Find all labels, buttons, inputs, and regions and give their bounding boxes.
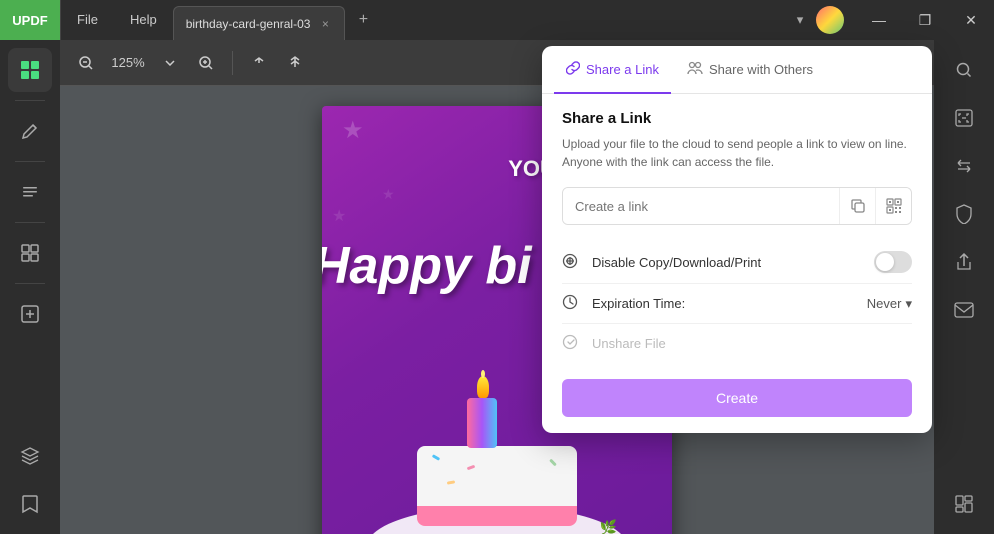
zoom-input[interactable]: 125% xyxy=(108,55,148,70)
titlebar: UPDF File Help birthday-card-genral-03 ×… xyxy=(0,0,994,40)
sidebar-divider-1 xyxy=(15,100,45,101)
share-tabs: Share a Link Share with Others xyxy=(542,46,932,94)
create-button[interactable]: Create xyxy=(562,379,912,417)
zoom-out-button[interactable] xyxy=(72,49,100,77)
sidebar-item-highlight[interactable] xyxy=(8,109,52,153)
share-tab-link[interactable]: Share a Link xyxy=(554,46,671,94)
unshare-icon xyxy=(562,334,582,353)
window-controls: — ❐ ✕ xyxy=(856,0,994,40)
restore-button[interactable]: ❐ xyxy=(902,0,948,40)
qr-code-button[interactable] xyxy=(875,188,911,224)
tabs-overflow-button[interactable]: ▾ xyxy=(786,6,814,34)
first-page-button[interactable] xyxy=(281,49,309,77)
right-panel xyxy=(934,40,994,534)
tab-title: birthday-card-genral-03 xyxy=(186,17,311,31)
sidebar-divider-3 xyxy=(15,222,45,223)
disable-copy-label: Disable Copy/Download/Print xyxy=(592,255,874,270)
toolbar-separator-1 xyxy=(232,51,233,75)
link-input-field[interactable] xyxy=(563,188,839,224)
sidebar-item-bookmark[interactable] xyxy=(8,482,52,526)
share-description: Upload your file to the cloud to send pe… xyxy=(562,135,912,171)
zoom-display: 125% xyxy=(108,55,148,70)
sidebar-item-stamp[interactable] xyxy=(8,292,52,336)
titlebar-right-controls: ▾ xyxy=(786,6,848,34)
right-convert-button[interactable] xyxy=(942,144,986,188)
tab-close-button[interactable]: × xyxy=(318,17,332,31)
expiry-icon xyxy=(562,294,582,313)
sidebar-item-thumbnails[interactable] xyxy=(8,48,52,92)
share-tab-link-label: Share a Link xyxy=(586,62,659,77)
disable-copy-row: Disable Copy/Download/Print xyxy=(562,241,912,284)
expiry-value-selector[interactable]: Never ▾ xyxy=(867,296,912,312)
menu-file[interactable]: File xyxy=(61,0,114,40)
sidebar-item-layers[interactable] xyxy=(8,434,52,478)
prev-page-button[interactable] xyxy=(245,49,273,77)
link-input-row xyxy=(562,187,912,225)
share-popup: Share a Link Share with Others Share a L… xyxy=(542,46,932,433)
others-tab-icon xyxy=(687,61,703,78)
close-button[interactable]: ✕ xyxy=(948,0,994,40)
tab-bar: birthday-card-genral-03 × + xyxy=(173,0,786,40)
toggle-knob xyxy=(876,253,894,271)
copy-link-button[interactable] xyxy=(839,188,875,224)
link-tab-icon xyxy=(566,61,580,78)
right-email-button[interactable] xyxy=(942,288,986,332)
sidebar-divider-2 xyxy=(15,161,45,162)
unshare-row: Unshare File xyxy=(562,324,912,363)
sidebar-divider-4 xyxy=(15,283,45,284)
right-organize-button[interactable] xyxy=(942,482,986,526)
right-search-button[interactable] xyxy=(942,48,986,92)
disable-copy-icon xyxy=(562,253,582,272)
document-tab[interactable]: birthday-card-genral-03 × xyxy=(173,6,346,40)
expiry-row: Expiration Time: Never ▾ xyxy=(562,284,912,324)
expiry-label: Expiration Time: xyxy=(592,296,867,311)
right-protect-button[interactable] xyxy=(942,192,986,236)
expiry-value-text: Never xyxy=(867,296,902,311)
app-logo: UPDF xyxy=(0,0,60,40)
right-share-button[interactable] xyxy=(942,240,986,284)
new-tab-button[interactable]: + xyxy=(349,6,377,34)
share-tab-others-label: Share with Others xyxy=(709,62,813,77)
sidebar-item-edit[interactable] xyxy=(8,231,52,275)
zoom-in-button[interactable] xyxy=(192,49,220,77)
expiry-chevron-icon: ▾ xyxy=(905,296,912,312)
left-sidebar xyxy=(0,40,60,534)
right-ocr-button[interactable] xyxy=(942,96,986,140)
menu-help[interactable]: Help xyxy=(114,0,173,40)
share-body: Share a Link Upload your file to the clo… xyxy=(542,94,932,433)
unshare-label: Unshare File xyxy=(592,336,912,351)
minimize-button[interactable]: — xyxy=(856,0,902,40)
share-tab-others[interactable]: Share with Others xyxy=(675,46,825,94)
share-title: Share a Link xyxy=(562,110,912,127)
avatar-button[interactable] xyxy=(816,6,844,34)
sidebar-item-outline[interactable] xyxy=(8,170,52,214)
zoom-dropdown-button[interactable] xyxy=(156,49,184,77)
disable-copy-toggle[interactable] xyxy=(874,251,912,273)
menu-bar: File Help xyxy=(61,0,173,40)
